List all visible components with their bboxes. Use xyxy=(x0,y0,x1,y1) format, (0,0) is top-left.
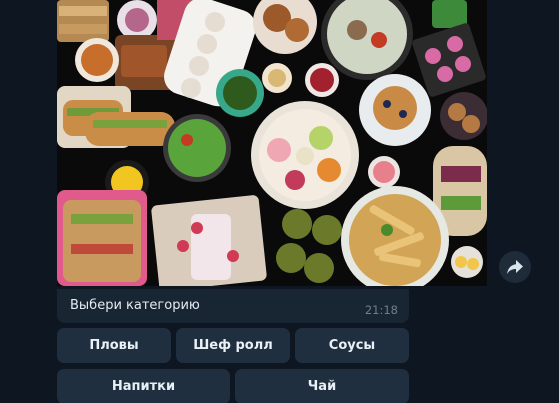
keyboard-button-sauces[interactable]: Соусы xyxy=(295,328,409,363)
message-caption-bubble: Выбери категорию 21:18 xyxy=(57,289,409,323)
chat-area: Выбери категорию 21:18 Пловы Шеф ролл Со… xyxy=(0,0,559,403)
keyboard-button-tea[interactable]: Чай xyxy=(235,369,409,403)
keyboard-button-plovy[interactable]: Пловы xyxy=(57,328,171,363)
keyboard-button-drinks[interactable]: Напитки xyxy=(57,369,230,403)
message-time: 21:18 xyxy=(364,303,398,317)
share-arrow-icon xyxy=(507,260,523,274)
food-photo[interactable] xyxy=(57,0,487,286)
keyboard-button-chef-roll[interactable]: Шеф ролл xyxy=(176,328,290,363)
message-caption-text: Выбери категорию xyxy=(70,298,200,313)
share-button[interactable] xyxy=(499,251,531,283)
